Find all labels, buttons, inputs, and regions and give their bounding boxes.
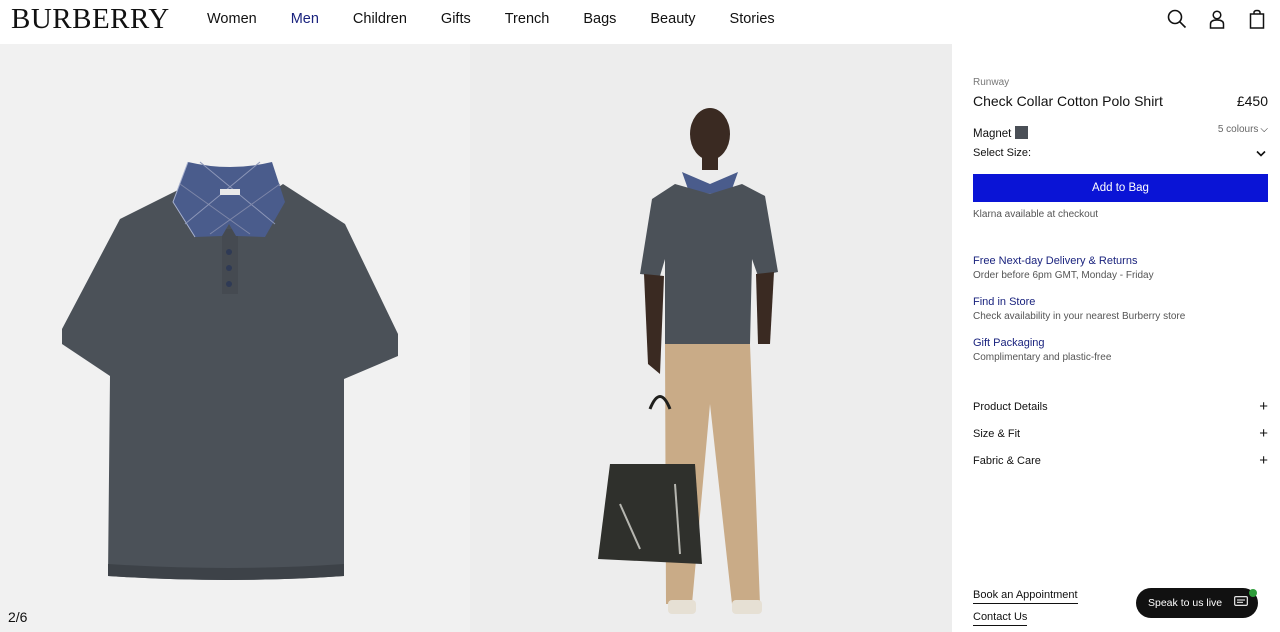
colour-name: Magnet <box>973 128 1012 140</box>
site-header: BURBERRY Women Men Children Gifts Trench… <box>0 0 1280 44</box>
account-icon[interactable] <box>1206 8 1228 30</box>
product-info: Runway Check Collar Cotton Polo Shirt £4… <box>973 44 1268 632</box>
product-image-flat[interactable] <box>0 44 470 632</box>
contact-us-link[interactable]: Contact Us <box>973 611 1028 626</box>
add-to-bag-button[interactable]: Add to Bag <box>973 174 1268 202</box>
chevron-down-icon: ⌵ <box>1260 124 1268 135</box>
colours-dropdown[interactable]: 5 colours ⌵ <box>1218 124 1268 135</box>
nav-item-beauty[interactable]: Beauty <box>650 11 695 27</box>
service-find-in-store-subtitle: Check availability in your nearest Burbe… <box>973 311 1186 322</box>
accordion-size-fit[interactable]: Size & Fit + <box>973 425 1268 442</box>
online-status-dot <box>1249 589 1257 597</box>
nav-item-trench[interactable]: Trench <box>505 11 550 27</box>
nav-item-children[interactable]: Children <box>353 11 407 27</box>
polo-shirt-image <box>62 161 398 580</box>
colour-selector: Magnet 5 colours ⌵ <box>973 124 1268 140</box>
colours-link-label: 5 colours <box>1217 124 1259 135</box>
plus-icon: + <box>1259 452 1268 469</box>
size-label: Select Size: <box>973 147 1032 159</box>
accordion-label: Size & Fit <box>973 428 1021 440</box>
service-find-in-store: Find in Store Check availability in your… <box>973 296 1268 322</box>
service-gift-packaging-subtitle: Complimentary and plastic-free <box>973 352 1112 363</box>
product-gallery[interactable]: 2/6 <box>0 44 952 632</box>
service-delivery-link[interactable]: Free Next-day Delivery & Returns <box>973 255 1268 267</box>
speak-to-us-label: Speak to us live <box>1148 597 1223 609</box>
size-selector[interactable]: Select Size: <box>973 147 1268 161</box>
nav-item-men[interactable]: Men <box>291 11 319 27</box>
service-gift-packaging: Gift Packaging Complimentary and plastic… <box>973 337 1268 363</box>
accordion-label: Product Details <box>973 401 1048 413</box>
nav-item-bags[interactable]: Bags <box>583 11 616 27</box>
accordion-label: Fabric & Care <box>973 455 1041 467</box>
brand-logo[interactable]: BURBERRY <box>11 3 170 36</box>
bag-icon[interactable] <box>1246 8 1268 30</box>
nav-item-gifts[interactable]: Gifts <box>441 11 471 27</box>
nav-item-women[interactable]: Women <box>207 11 257 27</box>
speak-to-us-button[interactable]: Speak to us live <box>1136 588 1258 618</box>
service-delivery: Free Next-day Delivery & Returns Order b… <box>973 255 1268 281</box>
book-appointment-link[interactable]: Book an Appointment <box>973 589 1078 604</box>
main-nav: Women Men Children Gifts Trench Bags Bea… <box>190 0 792 38</box>
product-collection: Runway <box>973 77 1010 88</box>
image-counter: 2/6 <box>8 609 28 625</box>
product-price: £450 <box>1236 93 1268 109</box>
klarna-note: Klarna available at checkout <box>973 209 1099 220</box>
service-find-in-store-link[interactable]: Find in Store <box>973 296 1268 308</box>
chat-icon <box>1234 596 1248 606</box>
service-gift-packaging-link[interactable]: Gift Packaging <box>973 337 1268 349</box>
product-title: Check Collar Cotton Polo Shirt <box>973 93 1163 109</box>
accordion-product-details[interactable]: Product Details + <box>973 398 1268 415</box>
header-actions <box>1166 8 1268 30</box>
plus-icon: + <box>1259 398 1268 415</box>
colour-swatch[interactable] <box>1015 126 1029 139</box>
search-icon[interactable] <box>1166 8 1188 30</box>
product-image-model[interactable] <box>470 44 952 632</box>
chevron-down-icon <box>1256 150 1266 157</box>
nav-item-stories[interactable]: Stories <box>730 11 775 27</box>
plus-icon: + <box>1259 425 1268 442</box>
service-delivery-subtitle: Order before 6pm GMT, Monday - Friday <box>973 270 1154 281</box>
model-image <box>598 108 778 614</box>
accordion-fabric-care[interactable]: Fabric & Care + <box>973 452 1268 469</box>
